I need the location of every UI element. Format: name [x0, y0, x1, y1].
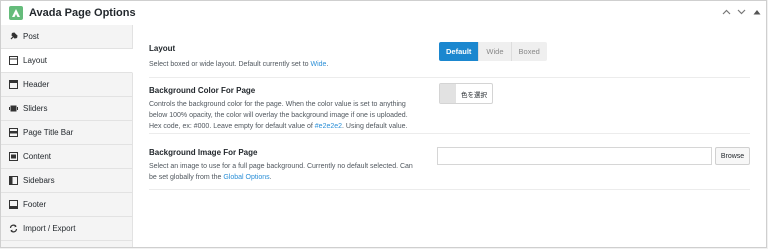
avada-logo-icon [9, 6, 23, 20]
page-options-panel: Avada Page Options Post Layout Header Sl… [0, 0, 767, 248]
sidebar-item-label: Sliders [23, 104, 48, 113]
color-picker-label: 色を選択 [461, 91, 487, 99]
default-value-link[interactable]: Wide [310, 61, 326, 68]
bg-color-option-description: Controls the background color for the pa… [149, 101, 408, 130]
bg-color-option-title: Background Color For Page [149, 86, 256, 95]
layout-boxed-button[interactable]: Boxed [511, 42, 547, 61]
sidebar-item-label: Import / Export [23, 224, 76, 233]
bg-image-url-input[interactable] [437, 147, 712, 165]
sidebar-item-import-export[interactable]: Import / Export [1, 217, 132, 241]
import-export-icon [8, 224, 18, 234]
color-picker-button[interactable]: 色を選択 [439, 83, 493, 104]
sidebar-item-sliders[interactable]: Sliders [1, 97, 132, 121]
sidebar-item-layout[interactable]: Layout [1, 49, 133, 73]
panel-title: Avada Page Options [29, 7, 136, 19]
footer-icon [8, 200, 18, 210]
sidebars-icon [8, 176, 18, 186]
default-color-value: #e2e2e2 [314, 123, 343, 130]
layout-icon [8, 56, 18, 66]
layout-option-description: Select boxed or wide layout. Default cur… [149, 61, 329, 68]
sidebar-item-sidebars[interactable]: Sidebars [1, 169, 132, 193]
panel-header: Avada Page Options [1, 1, 766, 26]
sidebar-item-page-title-bar[interactable]: Page Title Bar [1, 121, 132, 145]
bg-image-option-title: Background Image For Page [149, 148, 258, 157]
sidebar-item-footer[interactable]: Footer [1, 193, 132, 217]
chevron-down-icon[interactable] [734, 5, 748, 19]
sidebar-item-label: Post [23, 32, 40, 41]
sliders-icon [8, 104, 18, 114]
sidebar-item-content[interactable]: Content [1, 145, 132, 169]
options-content: Layout Select boxed or wide layout. Defa… [133, 25, 766, 247]
sidebar-item-label: Layout [23, 56, 48, 65]
options-sidebar: Post Layout Header Sliders Page Title Ba… [1, 25, 133, 247]
layout-default-button[interactable]: Default [439, 42, 480, 61]
pushpin-icon [8, 32, 18, 42]
sidebar-item-label: Header [23, 80, 50, 89]
content-icon [8, 152, 18, 162]
global-options-link[interactable]: Global Options [223, 174, 269, 181]
layout-option-row: Layout Select boxed or wide layout. Defa… [149, 33, 750, 78]
sidebar-item-header[interactable]: Header [1, 73, 132, 97]
bg-color-option-row: Background Color For Page Controls the b… [149, 77, 750, 134]
bg-image-option-row: Background Image For Page Select an imag… [149, 133, 750, 190]
collapse-arrow-icon[interactable] [750, 5, 764, 19]
sidebar-item-label: Sidebars [23, 176, 55, 185]
color-swatch [440, 84, 456, 103]
sidebar-item-post[interactable]: Post [1, 25, 132, 49]
sidebar-item-label: Content [23, 152, 52, 161]
browse-button[interactable]: Browse [715, 147, 750, 165]
sidebar-item-label: Footer [23, 200, 47, 209]
layout-wide-button[interactable]: Wide [479, 42, 512, 61]
chevron-up-icon[interactable] [719, 5, 733, 19]
sidebar-item-label: Page Title Bar [23, 128, 74, 137]
layout-option-title: Layout [149, 44, 176, 53]
header-icon [8, 80, 18, 90]
bg-image-option-description: Select an image to use for a full page b… [149, 163, 413, 181]
titlebar-icon [8, 128, 18, 138]
layout-button-group: Default Wide Boxed [439, 42, 547, 61]
